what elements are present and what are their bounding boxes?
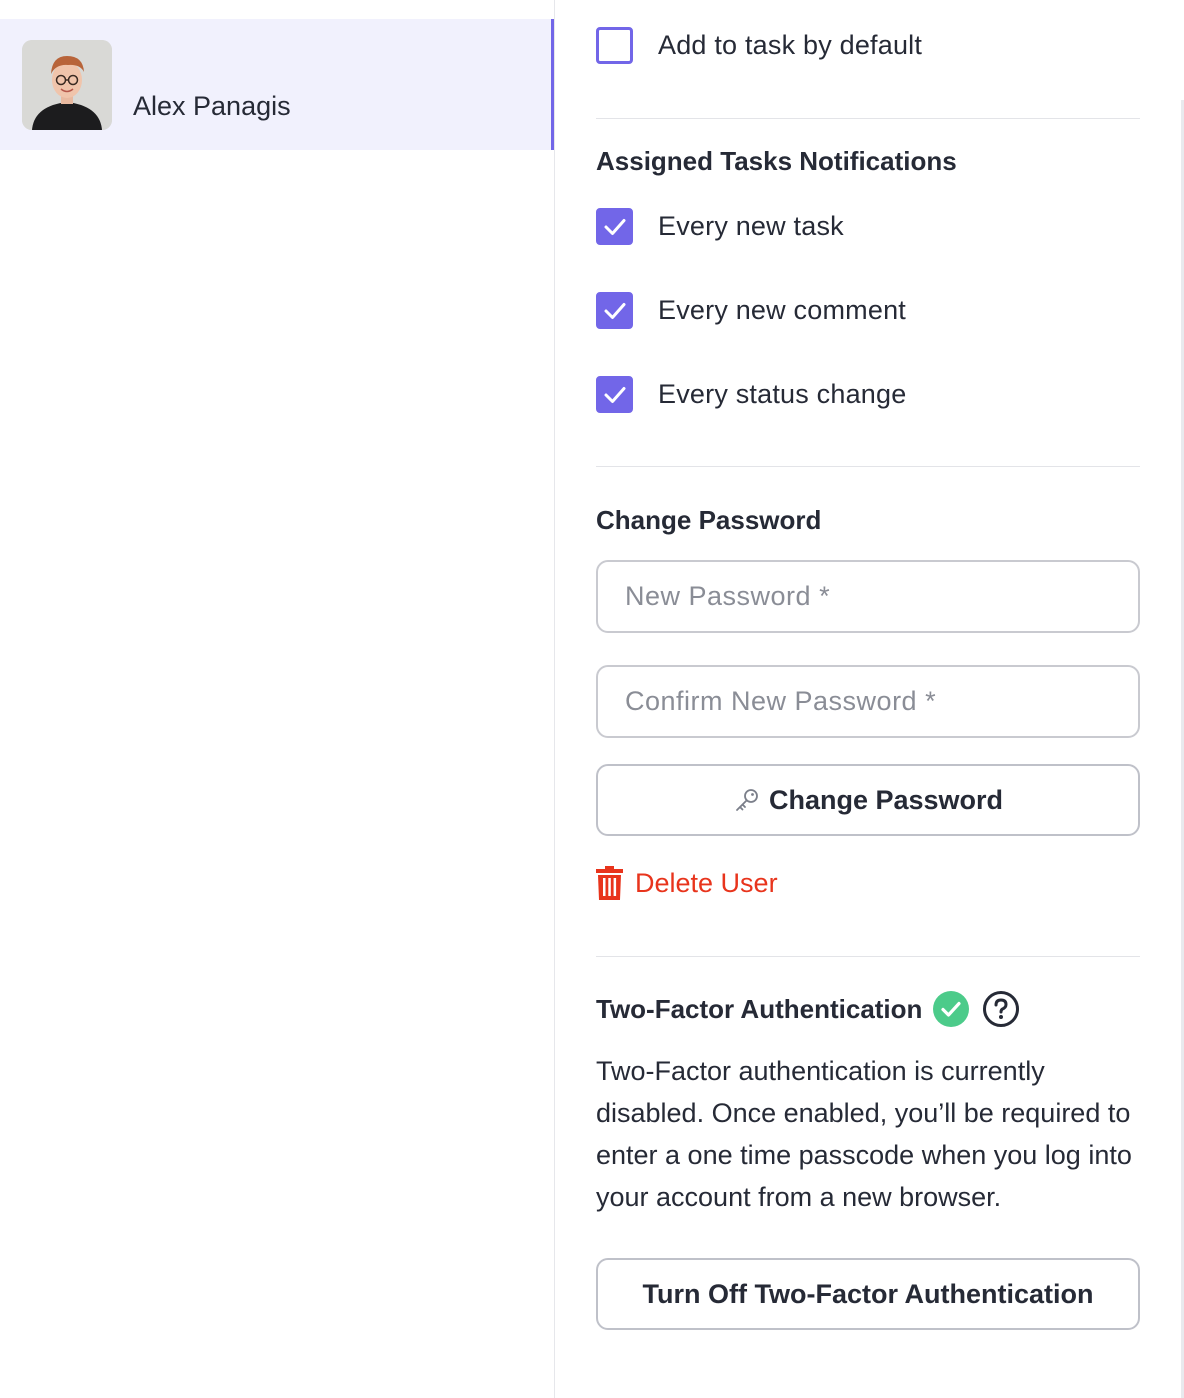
- trash-icon: [596, 866, 623, 900]
- status-change-label: Every status change: [658, 379, 907, 409]
- notification-item-status-change[interactable]: Every status change: [596, 376, 906, 413]
- delete-user-button[interactable]: Delete User: [596, 866, 778, 900]
- question-circle-icon[interactable]: [982, 990, 1020, 1028]
- new-comment-checkbox[interactable]: [596, 292, 633, 329]
- change-password-button-label: Change Password: [768, 784, 1004, 815]
- notification-item-new-comment[interactable]: Every new comment: [596, 292, 906, 329]
- two-factor-title: Two-Factor Authentication: [596, 993, 923, 1024]
- assigned-notifications-title: Assigned Tasks Notifications: [596, 146, 957, 176]
- divider: [596, 466, 1140, 467]
- add-to-task-row[interactable]: Add to task by default: [596, 27, 922, 64]
- add-to-task-label: Add to task by default: [658, 30, 923, 60]
- status-change-checkbox[interactable]: [596, 376, 633, 413]
- delete-user-label: Delete User: [635, 867, 778, 898]
- change-password-button[interactable]: Change Password: [596, 764, 1140, 836]
- checkmark-icon: [604, 218, 625, 235]
- two-factor-header: Two-Factor Authentication: [596, 990, 1020, 1028]
- sidebar: Alex Panagis: [0, 0, 555, 1398]
- new-task-label: Every new task: [658, 211, 844, 241]
- notification-item-new-task[interactable]: Every new task: [596, 208, 844, 245]
- two-factor-description: Two-Factor authentication is currently d…: [596, 1056, 1132, 1212]
- checkmark-icon: [604, 302, 625, 319]
- confirm-password-input[interactable]: [596, 665, 1140, 738]
- user-name: Alex Panagis: [133, 91, 291, 121]
- change-password-title: Change Password: [596, 505, 822, 535]
- new-comment-label: Every new comment: [658, 295, 906, 325]
- checkmark-icon: [604, 386, 625, 403]
- new-task-checkbox[interactable]: [596, 208, 633, 245]
- add-to-task-checkbox[interactable]: [596, 27, 633, 64]
- divider: [596, 118, 1140, 119]
- turn-off-two-factor-button[interactable]: Turn Off Two-Factor Authentication: [596, 1258, 1140, 1330]
- key-icon: [733, 786, 761, 814]
- check-circle-icon: [932, 990, 970, 1028]
- turn-off-two-factor-label: Turn Off Two-Factor Authentication: [642, 1278, 1094, 1309]
- user-list-item[interactable]: Alex Panagis: [0, 19, 554, 150]
- new-password-input[interactable]: [596, 560, 1140, 633]
- avatar: [22, 40, 112, 130]
- divider: [596, 956, 1140, 957]
- settings-panel: Add to task by default Assigned Tasks No…: [596, 0, 1140, 1398]
